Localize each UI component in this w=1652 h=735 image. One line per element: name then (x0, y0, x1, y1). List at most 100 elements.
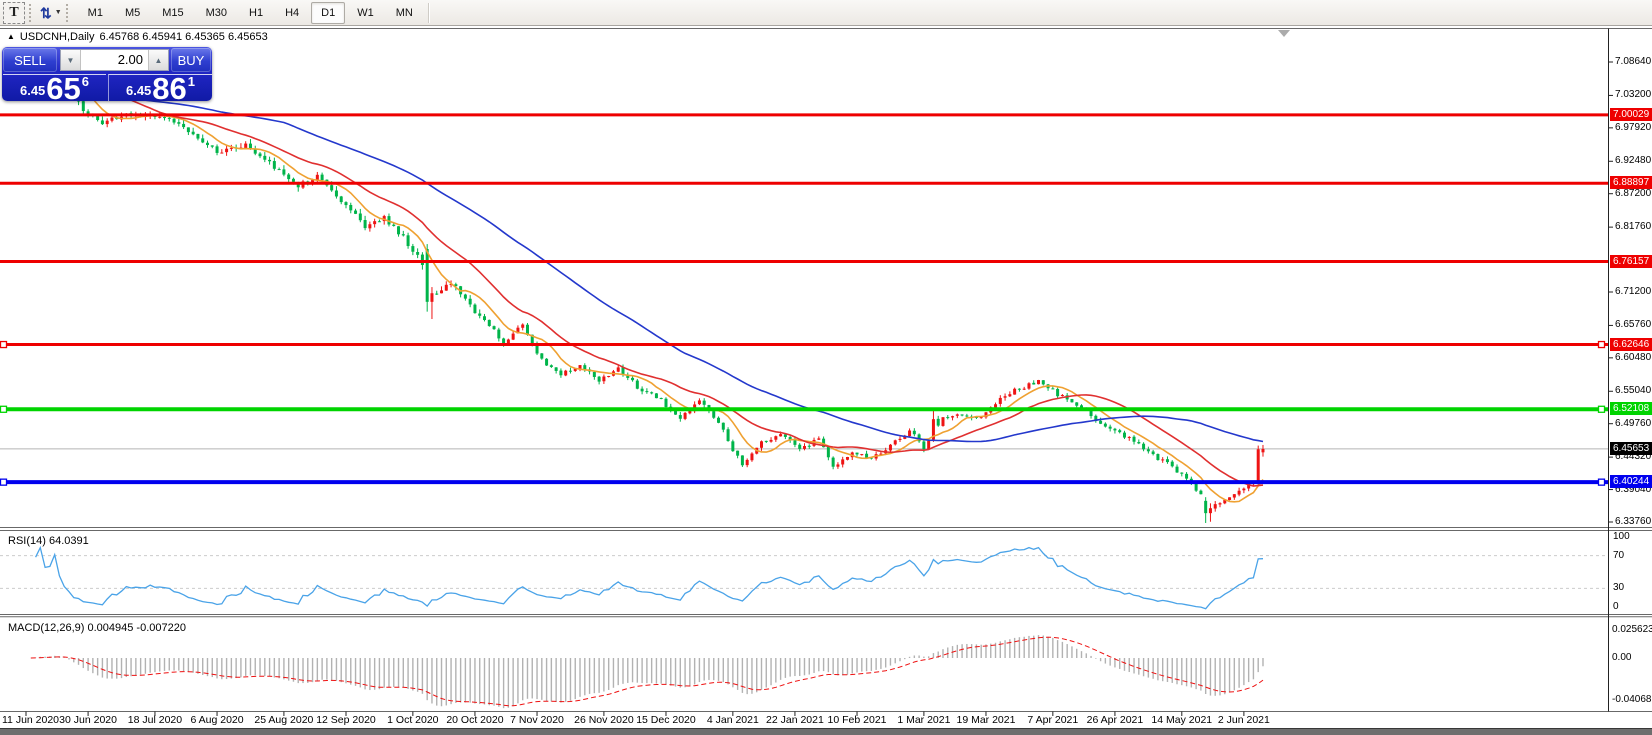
volume-value[interactable]: 2.00 (81, 50, 148, 70)
chart-title: ▲ USDCNH,Daily 6.45768 6.45941 6.45365 6… (7, 31, 268, 43)
date-label: 1 Oct 2020 (387, 714, 438, 726)
buy-price-pipette: 1 (188, 74, 195, 89)
buy-button[interactable]: BUY (171, 48, 211, 72)
price-tick-label: 6.33760 (1615, 516, 1651, 527)
date-label: 2 Jun 2021 (1218, 714, 1270, 726)
trading-terminal: T ⇅ ▼ M1M5M15M30H1H4D1W1MN ▲ USDCNH,Dail… (0, 0, 1652, 735)
moving-average-line-8 (26, 74, 1263, 502)
macd-histogram (31, 635, 1263, 708)
sell-button[interactable]: SELL (3, 48, 57, 72)
level-price-label[interactable]: 6.52108 (1610, 402, 1652, 415)
one-click-trading-panel: SELL ▼ 2.00 ▲ BUY 6.45 65 6 6.45 86 1 (2, 47, 212, 101)
volume-decrease-button[interactable]: ▼ (61, 50, 81, 70)
rsi-axis-label: 30 (1613, 582, 1624, 593)
buy-price-big: 86 (152, 76, 186, 101)
timeframe-button-mn[interactable]: MN (386, 2, 423, 24)
date-label: 26 Nov 2020 (574, 714, 634, 726)
sell-price-prefix: 6.45 (20, 83, 45, 98)
level-price-label[interactable]: 6.40244 (1610, 475, 1652, 488)
date-label: 7 Apr 2021 (1027, 714, 1078, 726)
level-price-label[interactable]: 7.00029 (1610, 108, 1652, 121)
price-tick-label: 7.03200 (1615, 89, 1651, 100)
rsi-axis-label: 70 (1613, 550, 1624, 561)
price-tick-label: 6.49760 (1615, 418, 1651, 429)
date-label: 15 Dec 2020 (636, 714, 696, 726)
date-label: 10 Feb 2021 (828, 714, 887, 726)
current-price-label: 6.45653 (1610, 442, 1652, 455)
timeframe-group: M1M5M15M30H1H4D1W1MN (77, 2, 424, 24)
chart-ohlc-values: 6.45768 6.45941 6.45365 6.45653 (99, 31, 267, 43)
collapse-arrow-icon[interactable]: ▲ (7, 33, 15, 41)
date-label: 25 Aug 2020 (254, 714, 313, 726)
timeframe-button-h1[interactable]: H1 (239, 2, 273, 24)
price-tick-label: 6.97920 (1615, 122, 1651, 133)
price-tick-label: 6.87200 (1615, 188, 1651, 199)
buy-price-prefix: 6.45 (126, 83, 151, 98)
date-label: 26 Apr 2021 (1087, 714, 1144, 726)
price-tick-label: 6.65760 (1615, 319, 1651, 330)
volume-input: ▼ 2.00 ▲ (60, 49, 169, 71)
sell-price-pipette: 6 (82, 74, 89, 89)
timeframe-button-m5[interactable]: M5 (115, 2, 150, 24)
sell-price-big: 65 (46, 76, 80, 101)
price-tick-label: 7.08640 (1615, 56, 1651, 67)
toolbar-drag-grip[interactable] (29, 4, 34, 22)
sell-price-display[interactable]: 6.45 65 6 (3, 74, 106, 101)
date-label: 20 Oct 2020 (446, 714, 503, 726)
timeframe-button-h4[interactable]: H4 (275, 2, 309, 24)
macd-axis-label: 0.025623 (1612, 624, 1652, 635)
level-price-label[interactable]: 6.62646 (1610, 338, 1652, 351)
date-label: 18 Jul 2020 (128, 714, 182, 726)
timeframe-button-w1[interactable]: W1 (347, 2, 384, 24)
date-label: 4 Jan 2021 (707, 714, 759, 726)
rsi-line (36, 548, 1263, 609)
date-label: 12 Sep 2020 (316, 714, 376, 726)
chevron-down-icon: ▼ (55, 9, 62, 16)
price-tick-label: 6.81760 (1615, 221, 1651, 232)
price-tick-label: 6.55040 (1615, 385, 1651, 396)
moving-average-line-55 (26, 74, 1263, 441)
date-label: 11 Jun 2020 (2, 714, 59, 726)
date-label: 1 Mar 2021 (897, 714, 950, 726)
horizontal-line[interactable] (0, 342, 1608, 348)
level-price-label[interactable]: 6.76157 (1610, 255, 1652, 268)
buy-price-display[interactable]: 6.45 86 1 (108, 74, 212, 101)
chart-shift-marker[interactable] (1278, 30, 1290, 37)
horizontal-line[interactable] (0, 479, 1608, 485)
timeframe-button-m1[interactable]: M1 (78, 2, 113, 24)
date-label: 6 Aug 2020 (190, 714, 243, 726)
spin-down-icon: ▼ (67, 56, 75, 65)
rsi-label: RSI(14) 64.0391 (8, 535, 89, 547)
price-tick-label: 6.60480 (1615, 352, 1651, 363)
toolbar-drag-grip[interactable] (66, 4, 71, 22)
sell-button-label: SELL (14, 53, 46, 68)
macd-axis-label: 0.00 (1612, 652, 1631, 663)
volume-increase-button[interactable]: ▲ (148, 50, 168, 70)
macd-label: MACD(12,26,9) 0.004945 -0.007220 (8, 622, 186, 634)
macd-axis-label: -0.040687 (1612, 694, 1652, 705)
level-price-label[interactable]: 6.88897 (1610, 176, 1652, 189)
text-tool-icon: T (9, 5, 18, 21)
date-label: 14 May 2021 (1151, 714, 1212, 726)
price-tick-label: 6.71200 (1615, 286, 1651, 297)
rsi-axis-label: 100 (1613, 531, 1630, 542)
price-chart-canvas[interactable] (0, 0, 1652, 735)
timeframe-button-m15[interactable]: M15 (152, 2, 193, 24)
buy-button-label: BUY (178, 53, 205, 68)
text-tool-button[interactable]: T (3, 2, 25, 24)
arrows-icon: ⇅ (40, 6, 52, 20)
date-label: 19 Mar 2021 (956, 714, 1015, 726)
timeframe-button-m30[interactable]: M30 (196, 2, 237, 24)
toolbar-separator (428, 3, 429, 23)
chart-symbol-label: USDCNH,Daily (20, 31, 95, 43)
price-tick-label: 6.92480 (1615, 155, 1651, 166)
date-label: 7 Nov 2020 (510, 714, 564, 726)
window-bottom-strip (0, 728, 1652, 735)
arrows-tool-button[interactable]: ⇅ ▼ (40, 3, 62, 23)
toolbar: T ⇅ ▼ M1M5M15M30H1H4D1W1MN (0, 0, 1652, 26)
date-label: 30 Jun 2020 (59, 714, 117, 726)
spin-up-icon: ▲ (155, 56, 163, 65)
rsi-axis-label: 0 (1613, 601, 1619, 612)
date-label: 22 Jan 2021 (766, 714, 824, 726)
timeframe-button-d1[interactable]: D1 (311, 2, 345, 24)
